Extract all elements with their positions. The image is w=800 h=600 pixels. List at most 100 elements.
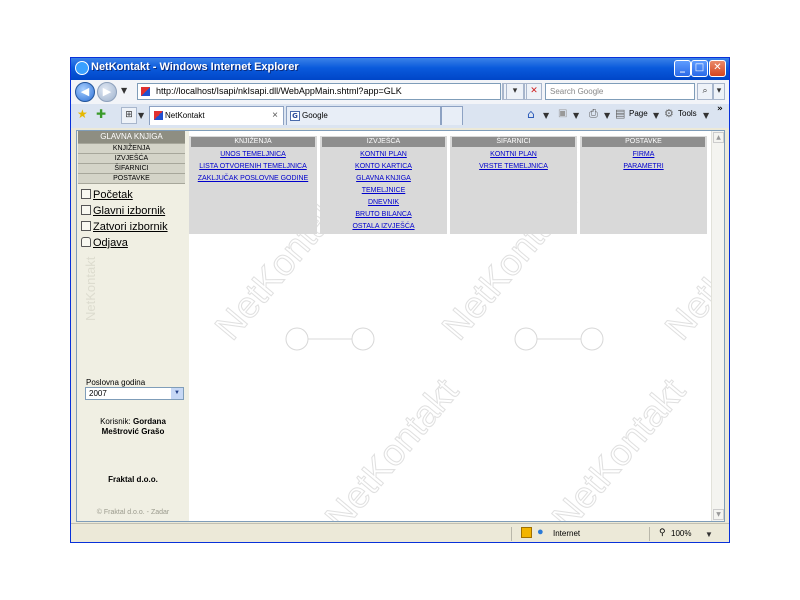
favorites-star-icon[interactable]: ★ xyxy=(77,107,88,121)
address-toolbar: ◀ ▶ ▼ http://localhost/Isapi/nkIsapi.dll… xyxy=(71,80,729,104)
scroll-down-icon[interactable]: ▼ xyxy=(713,509,724,520)
maximize-button[interactable]: □ xyxy=(691,60,708,77)
menu-link-unos-temeljnica[interactable]: UNOS TEMELJNICA xyxy=(189,151,317,159)
tab-netkontakt[interactable]: NetKontakt × xyxy=(149,106,284,125)
menu-link-vrste-temeljnica[interactable]: VRSTE TEMELJNICA xyxy=(450,163,577,171)
home-dropdown-icon[interactable]: ▼ xyxy=(543,111,549,120)
menu-link-ostala-izvjesca[interactable]: OSTALA IZVJEŠĆA xyxy=(320,223,447,231)
feeds-dropdown-icon[interactable]: ▼ xyxy=(573,111,579,120)
search-button[interactable]: ⌕ xyxy=(697,83,713,100)
menu-column-sifarnici: ŠIFARNICI KONTNI PLAN VRSTE TEMELJNICA xyxy=(450,136,577,234)
netkontakt-favicon-icon xyxy=(154,111,163,121)
print-dropdown-icon[interactable]: ▼ xyxy=(604,111,610,120)
page-menu[interactable]: Page xyxy=(629,109,648,118)
user-info: Korisnik: Gordana Meštrović Grašo xyxy=(81,417,185,437)
sidebar-watermark: NetKontakt xyxy=(83,256,98,321)
tab-label: NetKontakt xyxy=(165,111,205,120)
new-tab-button[interactable] xyxy=(441,106,463,125)
main-area: NetKontakt NetKontakt NetKontakt NetKont… xyxy=(189,131,724,521)
tools-menu[interactable]: Tools xyxy=(678,109,697,118)
minimize-button[interactable]: _ xyxy=(674,60,691,77)
menu-column-header: KNJIŽENJA xyxy=(191,137,315,147)
feeds-icon[interactable]: ▣ xyxy=(558,108,567,119)
sidebar-item-izvjesca[interactable]: IZVJEŠĆA xyxy=(78,153,185,163)
add-favorite-icon[interactable]: ✚ xyxy=(96,107,106,121)
link-glavni-izbornik[interactable]: Glavni izbornik xyxy=(81,205,165,217)
security-icon xyxy=(521,527,532,538)
tools-dropdown-icon[interactable]: ▼ xyxy=(703,111,709,120)
zone-text: Internet xyxy=(553,529,581,538)
link-odjava[interactable]: Odjava xyxy=(81,237,128,249)
tab-close-icon[interactable]: × xyxy=(272,107,278,124)
zoom-dropdown-icon[interactable]: ▼ xyxy=(705,530,713,539)
address-text: http://localhost/Isapi/nkIsapi.dll/WebAp… xyxy=(156,86,402,96)
zoom-icon: ⚲ xyxy=(659,527,666,537)
menu-link-lista-otvorenih-temeljnica[interactable]: LISTA OTVORENIH TEMELJNICA xyxy=(189,163,317,171)
tab-list-icon[interactable]: ▼ xyxy=(138,111,144,120)
page-dropdown-icon[interactable]: ▼ xyxy=(653,111,659,120)
search-options-icon[interactable]: ▾ xyxy=(713,83,725,100)
internet-explorer-icon xyxy=(75,61,89,75)
year-value: 2007 xyxy=(89,389,107,398)
menu-link-zakljucak-poslovne-godine[interactable]: ZAKLJUČAK POSLOVNE GODINE xyxy=(189,175,317,183)
year-select[interactable]: 2007 ▼ xyxy=(85,387,184,400)
menu-column-knjizenja: KNJIŽENJA UNOS TEMELJNICA LISTA OTVORENI… xyxy=(189,136,317,234)
page-icon: ▤ xyxy=(615,107,626,120)
menu-link-kontni-plan[interactable]: KONTNI PLAN xyxy=(450,151,577,159)
zoom-level[interactable]: 100% xyxy=(671,529,691,538)
link-label: Početak xyxy=(93,189,133,201)
address-input[interactable]: http://localhost/Isapi/nkIsapi.dll/WebAp… xyxy=(137,83,501,100)
site-favicon-icon xyxy=(141,87,150,96)
google-favicon-icon: G xyxy=(290,110,300,121)
sidebar-item-knjizenja[interactable]: KNJIŽENJA xyxy=(78,143,185,153)
menu-column-header: POSTAVKE xyxy=(582,137,705,147)
history-dropdown-icon[interactable]: ▼ xyxy=(121,86,127,95)
company-name: Fraktal d.o.o. xyxy=(108,475,158,484)
menu-link-glavna-knjiga[interactable]: GLAVNA KNJIGA xyxy=(320,175,447,183)
stop-icon[interactable]: ✕ xyxy=(526,83,542,100)
menu-icon xyxy=(81,205,91,215)
link-label: Zatvori izbornik xyxy=(93,221,168,233)
menu-column-header: ŠIFARNICI xyxy=(452,137,575,147)
menu-column-postavke: POSTAVKE FIRMA PARAMETRI xyxy=(580,136,707,234)
menu-column-header: IZVJEŠĆA xyxy=(322,137,445,147)
home-icon[interactable]: ⌂ xyxy=(527,107,535,121)
page-content: NetKontakt GLAVNA KNJIGA KNJIŽENJA IZVJE… xyxy=(76,130,725,522)
link-zatvori-izbornik[interactable]: Zatvori izbornik xyxy=(81,221,168,233)
copyright: © Fraktal d.o.o. - Zadar xyxy=(96,509,170,516)
menu-link-parametri[interactable]: PARAMETRI xyxy=(580,163,707,171)
menu-column-izvjesca: IZVJEŠĆA KONTNI PLAN KONTO KARTICA GLAVN… xyxy=(320,136,447,234)
menu-link-temeljnice[interactable]: TEMELJNICE xyxy=(320,187,447,195)
menu-link-dnevnik[interactable]: DNEVNIK xyxy=(320,199,447,207)
user-label: Korisnik: xyxy=(100,417,131,426)
home-icon xyxy=(81,189,91,199)
link-pocetak[interactable]: Početak xyxy=(81,189,133,201)
sidebar-item-sifarnici[interactable]: ŠIFARNICI xyxy=(78,163,185,173)
menu-link-kontni-plan[interactable]: KONTNI PLAN xyxy=(320,151,447,159)
scroll-up-icon[interactable]: ▲ xyxy=(713,132,724,143)
link-label: Glavni izbornik xyxy=(93,205,166,217)
menu-link-konto-kartica[interactable]: KONTO KARTICA xyxy=(320,163,447,171)
menu-link-firma[interactable]: FIRMA xyxy=(580,151,707,159)
year-label: Poslovna godina xyxy=(86,378,146,387)
link-label: Odjava xyxy=(93,237,128,249)
close-button[interactable]: ✕ xyxy=(709,60,726,77)
menu-link-bruto-bilanca[interactable]: BRUTO BILANCA xyxy=(320,211,447,219)
close-menu-icon xyxy=(81,221,91,231)
chevron-down-icon[interactable]: ▼ xyxy=(171,388,183,399)
forward-button[interactable]: ▶ xyxy=(97,82,117,102)
address-dropdown-icon[interactable]: ▾ xyxy=(506,83,524,100)
back-button[interactable]: ◀ xyxy=(75,82,95,102)
chevron-more-icon[interactable]: » xyxy=(717,104,723,114)
vertical-scrollbar[interactable]: ▲ ▼ xyxy=(711,131,724,521)
print-icon[interactable]: ⎙ xyxy=(589,107,598,121)
search-input[interactable]: Search Google xyxy=(545,83,695,100)
globe-icon: ● xyxy=(537,526,544,538)
left-panel: NetKontakt GLAVNA KNJIGA KNJIŽENJA IZVJE… xyxy=(77,131,189,521)
sidebar-item-postavke[interactable]: POSTAVKE xyxy=(78,173,185,184)
title-bar: NetKontakt - Windows Internet Explorer _… xyxy=(71,58,729,80)
status-bar: ● Internet ⚲ 100% ▼ xyxy=(71,523,729,542)
tab-google[interactable]: G Google xyxy=(286,106,441,125)
window-title: NetKontakt - Windows Internet Explorer xyxy=(91,61,299,73)
quick-tabs-icon[interactable]: ⊞ xyxy=(121,107,137,124)
